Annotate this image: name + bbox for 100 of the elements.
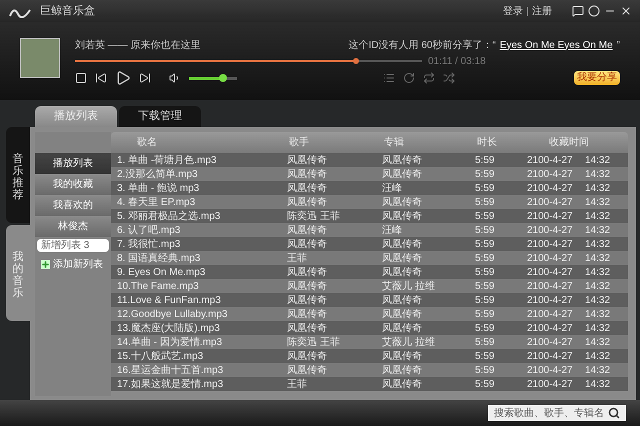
table-cell-text: 2100-4-27 bbox=[526, 350, 574, 364]
song-row[interactable]: 7. 我很忙.mp3 凤凰传奇 凤凰传奇 5:59 2100-4-27 14:32 bbox=[111, 237, 628, 251]
table-cell-text: 凤凰传奇 bbox=[382, 350, 423, 364]
table-cell-text: 14:32 bbox=[585, 378, 610, 392]
next-icon[interactable] bbox=[139, 72, 151, 84]
share-button[interactable]: 我要分享 bbox=[574, 71, 620, 85]
column-header[interactable]: 专辑 bbox=[382, 135, 475, 150]
account-link[interactable]: 注册 bbox=[532, 4, 552, 18]
share-text: 这个ID没有人用 60秒前分享了：“ bbox=[348, 38, 496, 52]
table-cell-text: 2100-4-27 bbox=[526, 266, 574, 280]
table-cell-text: 凤凰传奇 bbox=[287, 280, 328, 294]
search-field[interactable]: 搜索歌曲、歌手、专辑名 bbox=[488, 405, 626, 421]
table-cell-text: 凤凰传奇 bbox=[287, 294, 328, 308]
playlist-item[interactable]: 林俊杰 bbox=[35, 216, 111, 237]
table-cell-text: 凤凰传奇 bbox=[382, 322, 423, 336]
table-cell-text: 凤凰传奇 bbox=[287, 196, 328, 210]
song-row[interactable]: 15.十八般武艺.mp3 凤凰传奇 凤凰传奇 5:59 2100-4-27 14:32 bbox=[111, 349, 628, 363]
song-row[interactable]: 9. Eyes On Me.mp3 凤凰传奇 凤凰传奇 5:59 2100-4-27 14:32 bbox=[111, 265, 628, 279]
table-cell-text: 凤凰传奇 bbox=[382, 308, 423, 322]
stop-icon[interactable] bbox=[75, 72, 87, 84]
song-row[interactable]: 17.如果这就是爱情.mp3 王菲 凤凰传奇 5:59 2100-4-27 14:32 bbox=[111, 377, 628, 391]
song-row[interactable]: 13.魔杰座(大陆版).mp3 凤凰传奇 凤凰传奇 5:59 2100-4-27 14:32 bbox=[111, 321, 628, 335]
volume-thumb[interactable] bbox=[218, 74, 227, 82]
table-cell-text: 14:32 bbox=[585, 280, 610, 294]
refresh-icon[interactable] bbox=[403, 72, 415, 84]
playlist-item[interactable]: 我喜欢的 bbox=[35, 195, 111, 216]
side-tab[interactable]: 我的音乐 bbox=[6, 225, 30, 321]
shuffle-icon[interactable] bbox=[443, 72, 455, 84]
tab[interactable]: 下载管理 bbox=[119, 106, 201, 127]
song-row[interactable]: 1. 单曲 -荷塘月色.mp3 凤凰传奇 凤凰传奇 5:59 2100-4-27 14:32 bbox=[111, 153, 628, 167]
table-cell-text: 14:32 bbox=[585, 336, 610, 350]
table-cell-text: 14:32 bbox=[585, 238, 610, 252]
volume-icon[interactable] bbox=[169, 72, 181, 84]
song-row[interactable]: 12.Goodbye Lullaby.mp3 凤凰传奇 凤凰传奇 5:59 2100-4-27 14:32 bbox=[111, 307, 628, 321]
add-playlist-link[interactable]: 添加新列表 bbox=[53, 257, 103, 272]
table-cell-text: 2100-4-27 bbox=[526, 182, 574, 196]
song-row[interactable]: 3. 单曲 - 飽说 mp3 凤凰传奇 汪峰 5:59 2100-4-27 14:32 bbox=[111, 181, 628, 195]
table-cell-text: 14:32 bbox=[585, 224, 610, 238]
table-cell-text: 2100-4-27 bbox=[526, 308, 574, 322]
search-icon[interactable] bbox=[608, 407, 620, 419]
volume-track[interactable] bbox=[189, 76, 237, 80]
table-cell-text: 14:32 bbox=[585, 308, 610, 322]
table-cell-text: 5:59 bbox=[475, 238, 496, 252]
table-cell-text: 5:59 bbox=[475, 308, 496, 322]
table-cell-text: 14:32 bbox=[585, 294, 610, 308]
column-header[interactable]: 歌名 bbox=[111, 135, 287, 150]
table-cell-text: 5:59 bbox=[475, 196, 496, 210]
song-row[interactable]: 16.星运金曲十五首.mp3 凤凰传奇 凤凰传奇 5:59 2100-4-27 14:32 bbox=[111, 363, 628, 377]
column-header[interactable]: 收藏时间 bbox=[525, 135, 621, 150]
column-header[interactable]: 时长 bbox=[475, 135, 525, 150]
table-cell-text: 凤凰传奇 bbox=[287, 238, 328, 252]
table-cell-text: 凤凰传奇 bbox=[382, 168, 423, 182]
song-row[interactable]: 2.没那么简单.mp3 凤凰传奇 凤凰传奇 5:59 2100-4-27 14:32 bbox=[111, 167, 628, 181]
account-link[interactable]: 登录 bbox=[503, 4, 523, 18]
play-icon[interactable] bbox=[115, 70, 131, 86]
table-cell-text: 王菲 bbox=[287, 378, 308, 392]
table-cell-text: 14:32 bbox=[585, 196, 610, 210]
table-cell-text: 13.魔杰座(大陆版).mp3 bbox=[116, 322, 221, 336]
playlist-item[interactable]: 我的收藏 bbox=[35, 174, 111, 195]
progress-thumb[interactable] bbox=[353, 58, 360, 64]
table-cell-text: 14:32 bbox=[585, 322, 610, 336]
song-row[interactable]: 6. 认了吧.mp3 凤凰传奇 汪峰 5:59 2100-4-27 14:32 bbox=[111, 223, 628, 237]
table-cell-text: 5:59 bbox=[475, 168, 496, 182]
table-cell-text: 艾薇儿 拉维 bbox=[382, 280, 436, 294]
table-cell-text: 14:32 bbox=[585, 182, 610, 196]
song-row[interactable]: 5. 邓丽君极品之选.mp3 陈奕迅 王菲 凤凰传奇 5:59 2100-4-27 14:32 bbox=[111, 209, 628, 223]
table-cell-text: 5:59 bbox=[475, 182, 496, 196]
table-cell-text: 14:32 bbox=[585, 168, 610, 182]
tab[interactable]: 播放列表 bbox=[35, 106, 117, 127]
table-cell-text: 16.星运金曲十五首.mp3 bbox=[116, 364, 224, 378]
table-cell-text: 14:32 bbox=[585, 210, 610, 224]
table-cell-text: 凤凰传奇 bbox=[382, 378, 423, 392]
table-cell-text: 凤凰传奇 bbox=[287, 182, 328, 196]
column-header[interactable]: 歌手 bbox=[287, 135, 382, 150]
song-row[interactable]: 8. 国语真经典.mp3 王菲 凤凰传奇 5:59 2100-4-27 14:32 bbox=[111, 251, 628, 265]
song-row[interactable]: 11.Love & FunFan.mp3 凤凰传奇 凤凰传奇 5:59 2100-4-27 14:32 bbox=[111, 293, 628, 307]
shared-song-link[interactable]: Eyes On Me Eyes On Me bbox=[500, 38, 613, 52]
song-row[interactable]: 14.单曲 - 因为爱情.mp3 陈奕迅 王菲 艾薇儿 拉维 5:59 2100-4-27 14:32 bbox=[111, 335, 628, 349]
table-cell-text: 5:59 bbox=[475, 266, 496, 280]
table-cell-text: 2100-4-27 bbox=[526, 252, 574, 266]
table-cell-text: 凤凰传奇 bbox=[287, 350, 328, 364]
table-cell-text: 凤凰传奇 bbox=[382, 252, 423, 266]
add-icon[interactable] bbox=[41, 260, 50, 269]
table-cell-text: 凤凰传奇 bbox=[382, 196, 423, 210]
song-row[interactable]: 10.The Fame.mp3 凤凰传奇 艾薇儿 拉维 5:59 2100-4-27 14:32 bbox=[111, 279, 628, 293]
previous-icon[interactable] bbox=[95, 72, 107, 84]
playlist-item[interactable]: 播放列表 bbox=[35, 153, 111, 174]
message-icon[interactable] bbox=[572, 5, 584, 17]
table-cell-text: 2100-4-27 bbox=[526, 294, 574, 308]
table-cell-text: 2100-4-27 bbox=[526, 224, 574, 238]
table-cell-text: 2100-4-27 bbox=[526, 154, 574, 168]
table-cell-text: 2100-4-27 bbox=[526, 210, 574, 224]
table-cell-text: 汪峰 bbox=[382, 224, 403, 238]
playlist-name-field[interactable]: 新增列表 3 bbox=[37, 239, 109, 252]
repeat-icon[interactable] bbox=[423, 72, 435, 84]
side-tab[interactable]: 音乐推荐 bbox=[6, 127, 30, 223]
close-icon[interactable] bbox=[620, 5, 632, 17]
window-title: 巨鲸音乐盒 bbox=[40, 4, 95, 19]
table-cell-text: 5. 邓丽君极品之选.mp3 bbox=[116, 210, 222, 224]
song-row[interactable]: 4. 春天里 EP.mp3 凤凰传奇 凤凰传奇 5:59 2100-4-27 14:32 bbox=[111, 195, 628, 209]
